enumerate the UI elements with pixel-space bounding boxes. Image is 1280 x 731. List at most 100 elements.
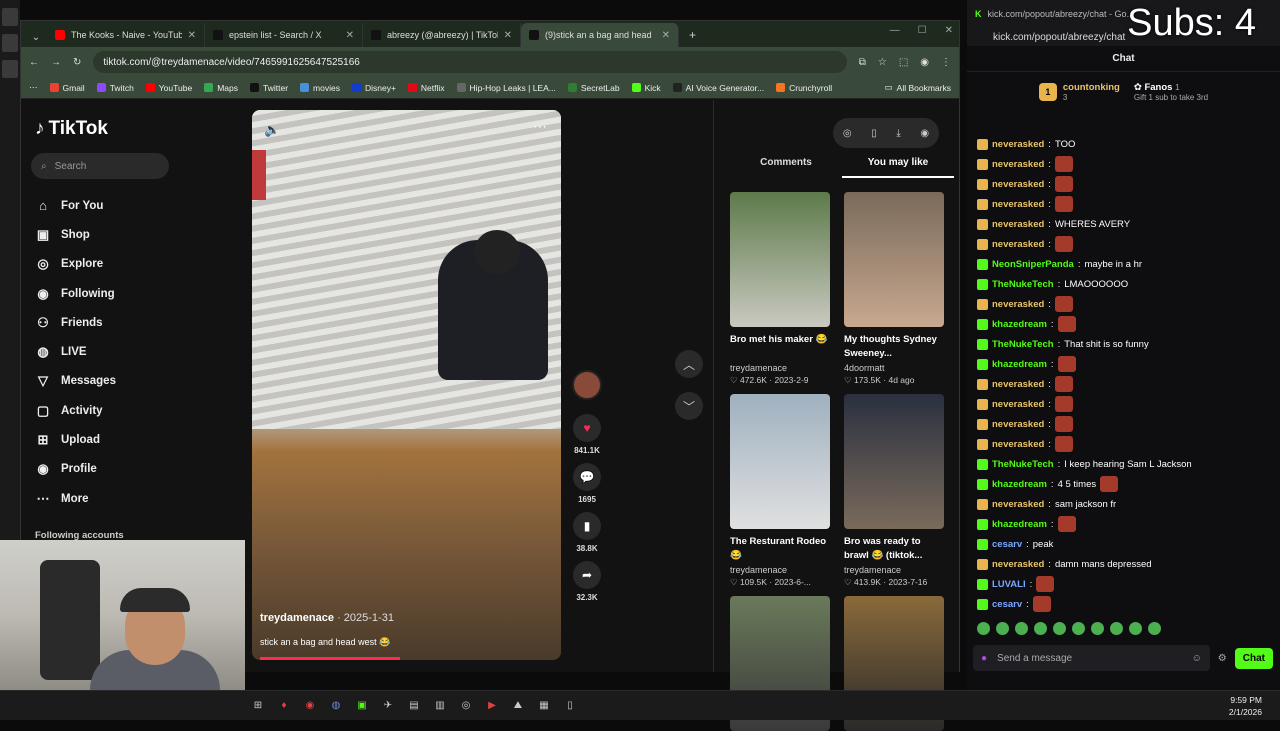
chrome-icon[interactable]: ◉ <box>302 698 318 714</box>
emote[interactable] <box>1129 622 1142 635</box>
bookmark[interactable]: Twitter <box>250 83 288 93</box>
chat-username[interactable]: neverasked <box>992 379 1044 390</box>
chat-username[interactable]: NeonSniperPanda <box>992 259 1074 270</box>
chat-username[interactable]: neverasked <box>992 419 1044 430</box>
chat-input[interactable]: ● Send a message ☺ <box>973 645 1210 671</box>
suggested-video-card[interactable]: Bro met his maker 😂 treydamenace ♡ 472.6K … <box>730 192 830 386</box>
chat-username[interactable]: TheNukeTech <box>992 459 1054 470</box>
chat-username[interactable]: khazedream <box>992 479 1047 490</box>
video-author[interactable]: treydamenace <box>730 363 830 373</box>
close-icon[interactable]: ✕ <box>945 25 953 36</box>
like-button[interactable]: ♥ 841.1K <box>573 414 601 455</box>
video-progress[interactable] <box>260 657 400 660</box>
chat-username[interactable]: neverasked <box>992 399 1044 410</box>
emote[interactable] <box>1034 622 1047 635</box>
suggested-video-card[interactable]: The Resturant Rodeo 😂 treydamenace ♡ 109.5… <box>730 394 830 588</box>
desktop-icon[interactable] <box>2 60 18 78</box>
chat-username[interactable]: khazedream <box>992 319 1047 330</box>
suggested-video-card[interactable]: Bro was ready to brawl 😂 (tiktok... treyd… <box>844 394 944 588</box>
minimize-icon[interactable]: — <box>890 25 900 36</box>
chat-username[interactable]: neverasked <box>992 499 1044 510</box>
extensions-icon[interactable]: ⬚ <box>899 57 908 68</box>
search-input[interactable]: ⌕ Search <box>31 153 169 179</box>
app-icon[interactable]: ▶ <box>484 698 500 714</box>
chat-username[interactable]: neverasked <box>992 219 1044 230</box>
chat-username[interactable]: neverasked <box>992 559 1044 570</box>
chat-username[interactable]: khazedream <box>992 359 1047 370</box>
chat-username[interactable]: cesarv <box>992 599 1022 610</box>
settings-icon[interactable]: ⚙ <box>1218 653 1227 664</box>
chat-username[interactable]: neverasked <box>992 179 1044 190</box>
video-author[interactable]: treydamenace <box>730 565 830 575</box>
bookmark[interactable]: Disney+ <box>351 83 396 93</box>
discord-icon[interactable]: ◍ <box>328 698 344 714</box>
tab-you-may-like[interactable]: You may like <box>842 157 954 178</box>
download-icon[interactable]: ⤓ <box>896 128 900 139</box>
chat-username[interactable]: neverasked <box>992 159 1044 170</box>
author-avatar[interactable] <box>572 370 602 400</box>
sidebar-item-messages[interactable]: ▽ Messages <box>35 367 116 396</box>
start-icon[interactable]: ⊞ <box>250 698 266 714</box>
desktop-icon[interactable] <box>2 8 18 26</box>
emote[interactable] <box>1072 622 1085 635</box>
creator-avatar[interactable]: ◉ <box>920 128 929 139</box>
desktop-icon[interactable] <box>2 34 18 52</box>
steam-icon[interactable]: ✈ <box>380 698 396 714</box>
tab-close-icon[interactable]: ✕ <box>504 30 512 41</box>
share-button[interactable]: ➦ 32.3K <box>573 561 601 602</box>
bookmark[interactable]: SecretLab <box>567 83 620 93</box>
sidebar-item-explore[interactable]: ◎ Explore <box>35 250 116 279</box>
bookmark[interactable]: movies <box>300 83 340 93</box>
chat-username[interactable]: TheNukeTech <box>992 339 1054 350</box>
chat-username[interactable]: neverasked <box>992 439 1044 450</box>
sidebar-item-live[interactable]: ◍ LIVE <box>35 337 116 366</box>
app-icon[interactable]: ▦ <box>536 698 552 714</box>
emote[interactable] <box>1091 622 1104 635</box>
emote[interactable] <box>1015 622 1028 635</box>
browser-tab[interactable]: abreezy (@abreezy) | TikTok ✕ <box>363 23 521 47</box>
comment-button[interactable]: 💬 1695 <box>573 463 601 504</box>
chat-username[interactable]: neverasked <box>992 239 1044 250</box>
chat-username[interactable]: khazedream <box>992 519 1047 530</box>
tab-search-icon[interactable]: ⌄ <box>25 27 47 47</box>
sidebar-item-shop[interactable]: ▣ Shop <box>35 220 116 249</box>
bookmark[interactable]: Crunchyroll <box>776 83 832 93</box>
tiktok-logo[interactable]: ♪ TikTok <box>35 118 108 140</box>
star-icon[interactable]: ☆ <box>878 57 887 68</box>
video-player[interactable]: 🔈 ⋯ treydamenace · 2025-1-31 stick an a … <box>252 110 561 660</box>
bookmark[interactable]: Maps <box>204 83 238 93</box>
emote[interactable] <box>1053 622 1066 635</box>
video-author[interactable]: treydamenace · 2025-1-31 <box>260 612 394 624</box>
emote[interactable] <box>977 622 990 635</box>
chat-username[interactable]: neverasked <box>992 199 1044 210</box>
mic-icon[interactable]: ● <box>981 653 987 664</box>
sidebar-item-more[interactable]: ⋯ More <box>35 484 116 513</box>
bookmark[interactable]: Hip-Hop Leaks | LEA... <box>456 83 556 93</box>
video-thumbnail[interactable] <box>844 394 944 529</box>
chat-username[interactable]: cesarv <box>992 539 1022 550</box>
address-bar[interactable]: tiktok.com/@treydamenace/video/746599162… <box>93 51 847 73</box>
emote[interactable] <box>1148 622 1161 635</box>
app-icon[interactable]: ⛰ <box>510 698 526 714</box>
video-author[interactable]: treydamenace <box>844 565 944 575</box>
bookmark[interactable]: Gmail <box>49 83 85 93</box>
app-icon[interactable]: ♦ <box>276 698 292 714</box>
next-video-button[interactable]: ﹀ <box>675 392 703 420</box>
bookmark[interactable]: Kick <box>631 83 661 93</box>
tab-comments[interactable]: Comments <box>730 157 842 178</box>
video-author[interactable]: 4doormatt <box>844 363 944 373</box>
sidebar-item-for-you[interactable]: ⌂ For You <box>35 191 116 220</box>
obs-icon[interactable]: ◎ <box>458 698 474 714</box>
suggested-video-card[interactable]: My thoughts Sydney Sweeney... 4doormatt ♡ … <box>844 192 944 386</box>
menu-icon[interactable]: ⋮ <box>941 57 951 68</box>
sidebar-item-profile[interactable]: ◉ Profile <box>35 455 116 484</box>
bookmark[interactable]: AI Voice Generator... <box>672 83 764 93</box>
chat-username[interactable]: TheNukeTech <box>992 279 1054 290</box>
new-tab-button[interactable]: + <box>679 23 706 47</box>
forward-icon[interactable]: → <box>51 57 61 68</box>
sidebar-item-friends[interactable]: ⚇ Friends <box>35 308 116 337</box>
explore-icon[interactable]: ◎ <box>843 128 852 139</box>
browser-tab[interactable]: (9)stick an a bag and head ✕ <box>521 23 679 47</box>
sidebar-item-activity[interactable]: ▢ Activity <box>35 396 116 425</box>
app-icon[interactable]: ▣ <box>354 698 370 714</box>
